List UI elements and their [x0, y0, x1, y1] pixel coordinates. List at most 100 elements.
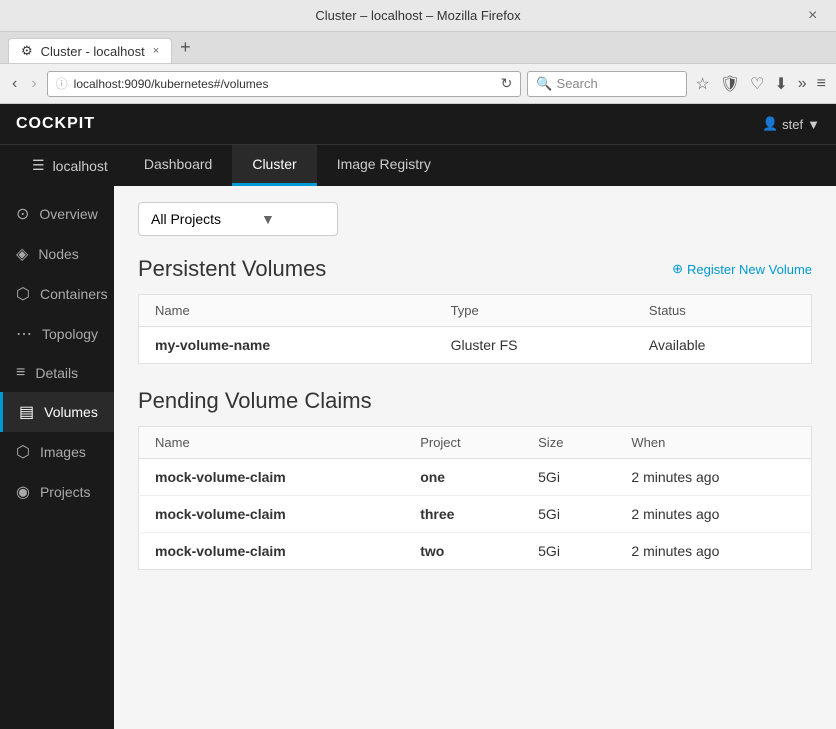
sidebar-label-volumes: Volumes	[44, 404, 98, 420]
claims-col-when: When	[615, 427, 811, 459]
claim-project-3: two	[404, 533, 522, 570]
search-bar[interactable]: 🔍 Search	[527, 71, 687, 97]
projects-icon: ◉	[16, 482, 30, 502]
app-brand: COCKPIT	[16, 115, 95, 133]
nav-item-dashboard[interactable]: Dashboard	[124, 145, 233, 186]
tab-favicon: ⚙	[21, 43, 33, 59]
address-text: localhost:9090/kubernetes#/volumes	[74, 77, 495, 91]
volumes-table-header: Name Type Status	[139, 295, 812, 327]
sidebar-label-containers: Containers	[40, 286, 108, 302]
heart-icon[interactable]: ♡	[748, 72, 766, 96]
sidebar-item-images[interactable]: ⬡ Images	[0, 432, 114, 472]
pending-claims-title: Pending Volume Claims	[138, 388, 812, 414]
tab-label: Cluster - localhost	[41, 44, 145, 59]
claim-name-2: mock-volume-claim	[139, 496, 405, 533]
sidebar-label-topology: Topology	[42, 326, 98, 342]
project-dropdown[interactable]: All Projects ▼	[138, 202, 338, 236]
overflow-icon[interactable]: »	[796, 73, 809, 95]
claim-row-2[interactable]: mock-volume-claim three 5Gi 2 minutes ag…	[139, 496, 812, 533]
containers-icon: ⬡	[16, 284, 30, 304]
sidebar-item-overview[interactable]: ⊙ Overview	[0, 194, 114, 234]
claims-table-header: Name Project Size When	[139, 427, 812, 459]
nodes-icon: ◈	[16, 244, 28, 264]
register-label: Register New Volume	[687, 262, 812, 277]
sidebar-item-volumes[interactable]: ▤ Volumes	[0, 392, 114, 432]
back-button[interactable]: ‹	[8, 73, 21, 95]
sidebar-item-containers[interactable]: ⬡ Containers	[0, 274, 114, 314]
sidebar-label-projects: Projects	[40, 484, 91, 500]
volume-status: Available	[633, 327, 812, 364]
persistent-volumes-title: Persistent Volumes	[138, 256, 326, 282]
tab-bar: ⚙ Cluster - localhost × +	[0, 32, 836, 64]
sidebar-item-details[interactable]: ≡ Details	[0, 354, 114, 392]
dropdown-arrow-icon: ▼	[261, 211, 275, 227]
claim-size-1: 5Gi	[522, 459, 615, 496]
persistent-volumes-header: Persistent Volumes ⊕ Register New Volume	[138, 256, 812, 282]
persistent-volumes-table: Name Type Status my-volume-name Gluster …	[138, 294, 812, 364]
sidebar-item-projects[interactable]: ◉ Projects	[0, 472, 114, 512]
project-dropdown-label: All Projects	[151, 211, 221, 227]
volume-type: Gluster FS	[435, 327, 633, 364]
download-icon[interactable]: ⬇	[772, 72, 789, 96]
claim-name-3: mock-volume-claim	[139, 533, 405, 570]
bookmark-icon[interactable]: ☆	[693, 72, 711, 96]
user-icon: 👤	[762, 116, 778, 132]
sidebar-label-images: Images	[40, 444, 86, 460]
shield-icon[interactable]: 🛡	[718, 72, 742, 96]
toolbar-icons: ☆ 🛡 ♡ ⬇ » ≡	[693, 72, 828, 96]
claims-col-name: Name	[139, 427, 405, 459]
details-icon: ≡	[16, 364, 25, 382]
sidebar-label-overview: Overview	[39, 206, 97, 222]
claim-row-1[interactable]: mock-volume-claim one 5Gi 2 minutes ago	[139, 459, 812, 496]
browser-tab[interactable]: ⚙ Cluster - localhost ×	[8, 38, 172, 63]
volumes-icon: ▤	[19, 402, 34, 422]
claim-size-2: 5Gi	[522, 496, 615, 533]
nav-item-imageregistry[interactable]: Image Registry	[317, 145, 451, 186]
col-status: Status	[633, 295, 812, 327]
app-header: COCKPIT 👤 stef ▼	[0, 104, 836, 144]
sidebar-item-nodes[interactable]: ◈ Nodes	[0, 234, 114, 274]
user-dropdown-icon: ▼	[807, 117, 820, 132]
claim-when-2: 2 minutes ago	[615, 496, 811, 533]
topology-icon: ⋯	[16, 324, 32, 344]
close-window-button[interactable]: ×	[808, 8, 824, 24]
nav-bar: ☰ localhost Dashboard Cluster Image Regi…	[0, 144, 836, 186]
overview-icon: ⊙	[16, 204, 29, 224]
nav-item-cluster[interactable]: Cluster	[232, 145, 316, 186]
claim-when-1: 2 minutes ago	[615, 459, 811, 496]
claim-name-1: mock-volume-claim	[139, 459, 405, 496]
address-bar: ⓘ localhost:9090/kubernetes#/volumes ↻	[47, 71, 522, 97]
claim-project-2: three	[404, 496, 522, 533]
tab-close-button[interactable]: ×	[153, 45, 159, 57]
claims-col-size: Size	[522, 427, 615, 459]
claim-project-1: one	[404, 459, 522, 496]
search-placeholder: Search	[557, 76, 598, 91]
main-layout: ⊙ Overview ◈ Nodes ⬡ Containers ⋯ Topolo…	[0, 186, 836, 729]
search-icon: 🔍	[536, 76, 552, 92]
menu-icon[interactable]: ≡	[815, 73, 828, 95]
claim-size-3: 5Gi	[522, 533, 615, 570]
reload-button[interactable]: ↻	[501, 75, 513, 92]
pending-claims-table: Name Project Size When mock-volume-claim…	[138, 426, 812, 570]
register-volume-link[interactable]: ⊕ Register New Volume	[672, 261, 812, 277]
col-name: Name	[139, 295, 435, 327]
project-selector: All Projects ▼	[138, 202, 812, 236]
info-icon: ⓘ	[56, 75, 68, 92]
forward-button[interactable]: ›	[27, 73, 40, 95]
register-icon: ⊕	[672, 261, 683, 277]
images-icon: ⬡	[16, 442, 30, 462]
new-tab-button[interactable]: +	[176, 33, 195, 62]
user-menu[interactable]: 👤 stef ▼	[762, 116, 820, 132]
sidebar-item-topology[interactable]: ⋯ Topology	[0, 314, 114, 354]
claims-col-project: Project	[404, 427, 522, 459]
host-icon: ☰	[32, 157, 45, 174]
nav-host: ☰ localhost	[16, 145, 124, 186]
claim-row-3[interactable]: mock-volume-claim two 5Gi 2 minutes ago	[139, 533, 812, 570]
browser-titlebar: Cluster – localhost – Mozilla Firefox ×	[0, 0, 836, 32]
sidebar-label-nodes: Nodes	[38, 246, 78, 262]
browser-toolbar: ‹ › ⓘ localhost:9090/kubernetes#/volumes…	[0, 64, 836, 104]
sidebar-label-details: Details	[35, 365, 78, 381]
host-label: localhost	[53, 158, 108, 174]
volume-row-1[interactable]: my-volume-name Gluster FS Available	[139, 327, 812, 364]
content-area: All Projects ▼ Persistent Volumes ⊕ Regi…	[114, 186, 836, 729]
